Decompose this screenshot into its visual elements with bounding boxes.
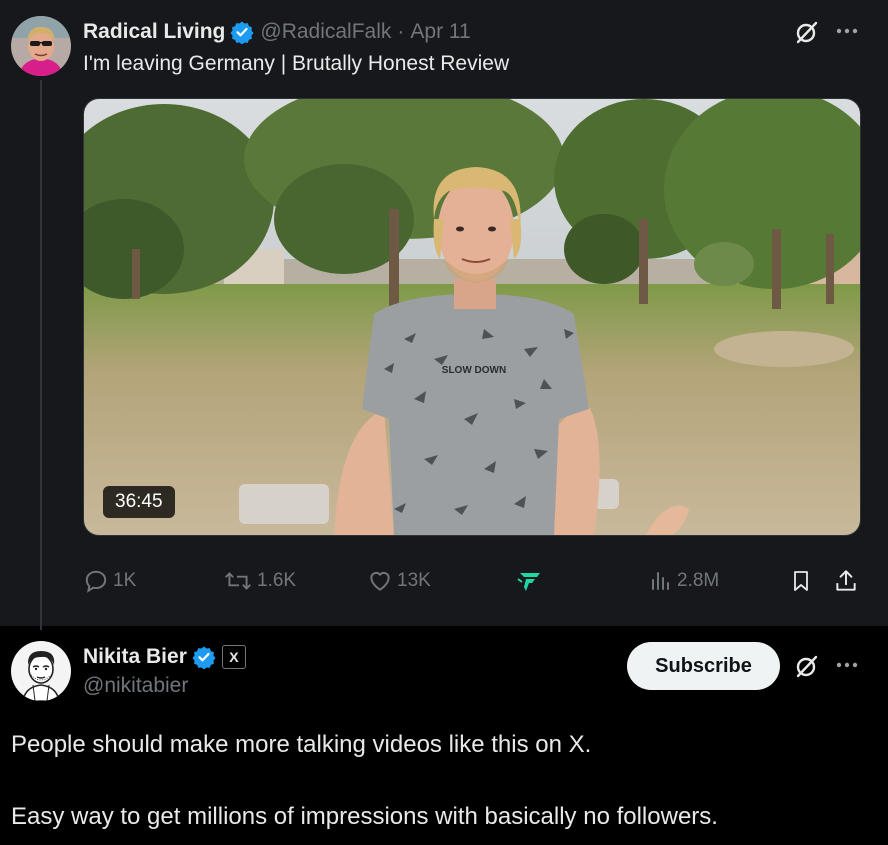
- views-icon: [652, 572, 669, 590]
- reply-count: 1K: [113, 570, 137, 591]
- avatar-nikita-bier[interactable]: [11, 641, 71, 701]
- reply-paragraph: Easy way to get millions of impressions …: [11, 803, 718, 830]
- post-date[interactable]: Apr 11: [410, 20, 470, 44]
- parent-post-header: Radical Living @RadicalFalk · Apr 11: [83, 17, 471, 47]
- reply-post-header: Nikita Bier X: [83, 643, 246, 671]
- video-thumbnail: SLOW DOWN: [84, 99, 860, 535]
- reply-paragraph: People should make more talking videos l…: [11, 731, 592, 758]
- video-player[interactable]: SLOW DOWN 36:45: [83, 98, 861, 536]
- subscribe-button[interactable]: Subscribe: [627, 642, 780, 690]
- brand-button[interactable]: [516, 565, 548, 597]
- grok-icon[interactable]: [793, 18, 821, 46]
- shirt-print-text: SLOW DOWN: [442, 365, 506, 376]
- meta-separator: ·: [397, 20, 405, 43]
- brand-icon: [517, 573, 540, 591]
- reply-post-text: People should make more talking videos l…: [11, 728, 871, 834]
- more-icon[interactable]: [834, 652, 860, 678]
- like-button[interactable]: 13K: [367, 565, 431, 597]
- parent-post[interactable]: Radical Living @RadicalFalk · Apr 11 I'm…: [0, 0, 888, 630]
- bookmark-icon: [794, 571, 808, 591]
- grok-icon[interactable]: [793, 652, 821, 680]
- views-count: 2.8M: [677, 570, 720, 591]
- repost-icon: [224, 572, 252, 590]
- reply-button[interactable]: 1K: [83, 565, 136, 597]
- more-icon[interactable]: [834, 18, 860, 44]
- like-icon: [370, 571, 390, 591]
- thread-connector-line: [40, 80, 42, 630]
- verified-icon[interactable]: [192, 645, 216, 670]
- repost-count: 1.6K: [257, 570, 297, 591]
- video-duration: 36:45: [103, 486, 175, 518]
- verified-icon[interactable]: [230, 20, 254, 45]
- repost-button[interactable]: 1.6K: [223, 565, 296, 597]
- reply-icon: [85, 570, 107, 593]
- share-icon: [836, 570, 856, 591]
- views-button[interactable]: 2.8M: [649, 565, 719, 597]
- bookmark-button[interactable]: [789, 565, 817, 597]
- author-name[interactable]: Nikita Bier: [83, 645, 187, 669]
- parent-post-actions: 1K 1.6K 13K 2.8M: [83, 565, 863, 597]
- like-count: 13K: [397, 570, 431, 591]
- avatar-radical-living[interactable]: [11, 16, 71, 76]
- author-handle[interactable]: @nikitabier: [83, 674, 188, 698]
- author-handle[interactable]: @RadicalFalk: [260, 20, 391, 44]
- share-button[interactable]: [833, 565, 863, 597]
- x-logo-icon[interactable]: X: [221, 645, 246, 669]
- author-name[interactable]: Radical Living: [83, 20, 225, 44]
- parent-post-text: I'm leaving Germany | Brutally Honest Re…: [83, 52, 510, 75]
